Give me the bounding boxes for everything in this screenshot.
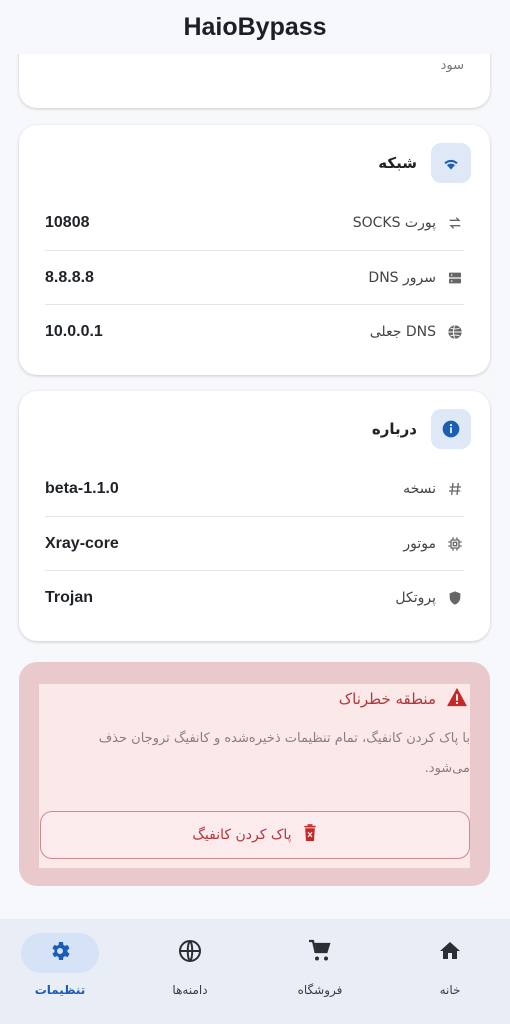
about-card-header: درباره [372,409,471,449]
engine-value: Xray-core [45,535,119,552]
protocol-value: Trojan [45,589,94,606]
wifi-icon [431,143,471,183]
globe-icon [178,939,202,967]
protocol-label: پروتکل [395,590,436,606]
swap-arrows-icon [446,214,464,232]
nav-pill-home [411,933,489,973]
dns-server-value: 8.8.8.8 [45,269,94,286]
socks-port-value: 10808 [45,214,90,231]
delete-icon [302,824,318,846]
socks-port-label: پورت SOCKS [352,215,436,231]
danger-zone-card: منطقه خطرناک با پاک کردن کانفیگ، تمام تن… [19,662,490,886]
nav-item-shop[interactable]: فروشگاه [270,933,370,1013]
fake-dns-label: DNS جعلی [369,324,436,340]
hash-icon [446,480,464,498]
dns-server-row: 8.8.8.8 سرور DNS [45,250,464,305]
info-icon [431,409,471,449]
danger-zone-description: با پاک کردن کانفیگ، تمام تنظیمات ذخیره‌ش… [98,731,470,776]
partial-card-text: سود [440,58,464,73]
clear-config-button-label: پاک کردن کانفیگ [192,827,292,843]
nav-item-domains[interactable]: دامنه‌ها [140,933,240,1013]
nav-label-shop: فروشگاه [297,983,343,997]
version-value: beta-1.1.0 [45,480,119,497]
about-card-title: درباره [371,420,417,438]
gear-icon [48,939,72,967]
clear-config-button[interactable]: پاک کردن کانفیگ [40,811,470,859]
version-row: beta-1.1.0 نسخه [45,462,464,516]
nav-pill-settings [21,933,99,973]
about-card: درباره beta-1.1.0 نسخه Xray-core موتور T… [19,391,490,641]
nav-pill-shop [281,933,359,973]
network-card-title: شبکه [378,154,417,172]
fake-dns-row: 10.0.0.1 DNS جعلی [45,304,464,359]
nav-item-settings[interactable]: تنظیمات [10,933,110,1013]
fake-dns-value: 10.0.0.1 [45,323,103,340]
server-icon [446,269,464,287]
nav-item-home[interactable]: خانه [400,933,500,1013]
network-card-header: شبکه [378,143,471,183]
nav-label-home: خانه [439,983,461,997]
cart-icon [308,939,332,967]
warning-icon [446,687,468,711]
bottom-navigation: خانه فروشگاه دامنه‌ها تنظیمات [0,919,510,1024]
app-title: HaioBypass [0,0,510,54]
version-label: نسخه [403,481,436,497]
globe-icon [446,323,464,341]
home-icon [438,939,462,967]
chip-icon [446,535,464,553]
engine-row: Xray-core موتور [45,516,464,571]
nav-pill-domains [151,933,229,973]
nav-label-domains: دامنه‌ها [172,983,208,997]
danger-zone-title: منطقه خطرناک [338,690,436,708]
socks-port-row: 10808 پورت SOCKS [45,196,464,250]
danger-zone-header: منطقه خطرناک [339,684,468,714]
dns-server-label: سرور DNS [368,270,436,286]
nav-label-settings: تنظیمات [34,983,86,997]
shield-icon [446,589,464,607]
protocol-row: Trojan پروتکل [45,570,464,625]
engine-label: موتور [403,536,436,552]
network-card: شبکه 10808 پورت SOCKS 8.8.8.8 سرور DNS 1… [19,125,490,375]
danger-zone-panel: منطقه خطرناک با پاک کردن کانفیگ، تمام تن… [39,684,470,868]
